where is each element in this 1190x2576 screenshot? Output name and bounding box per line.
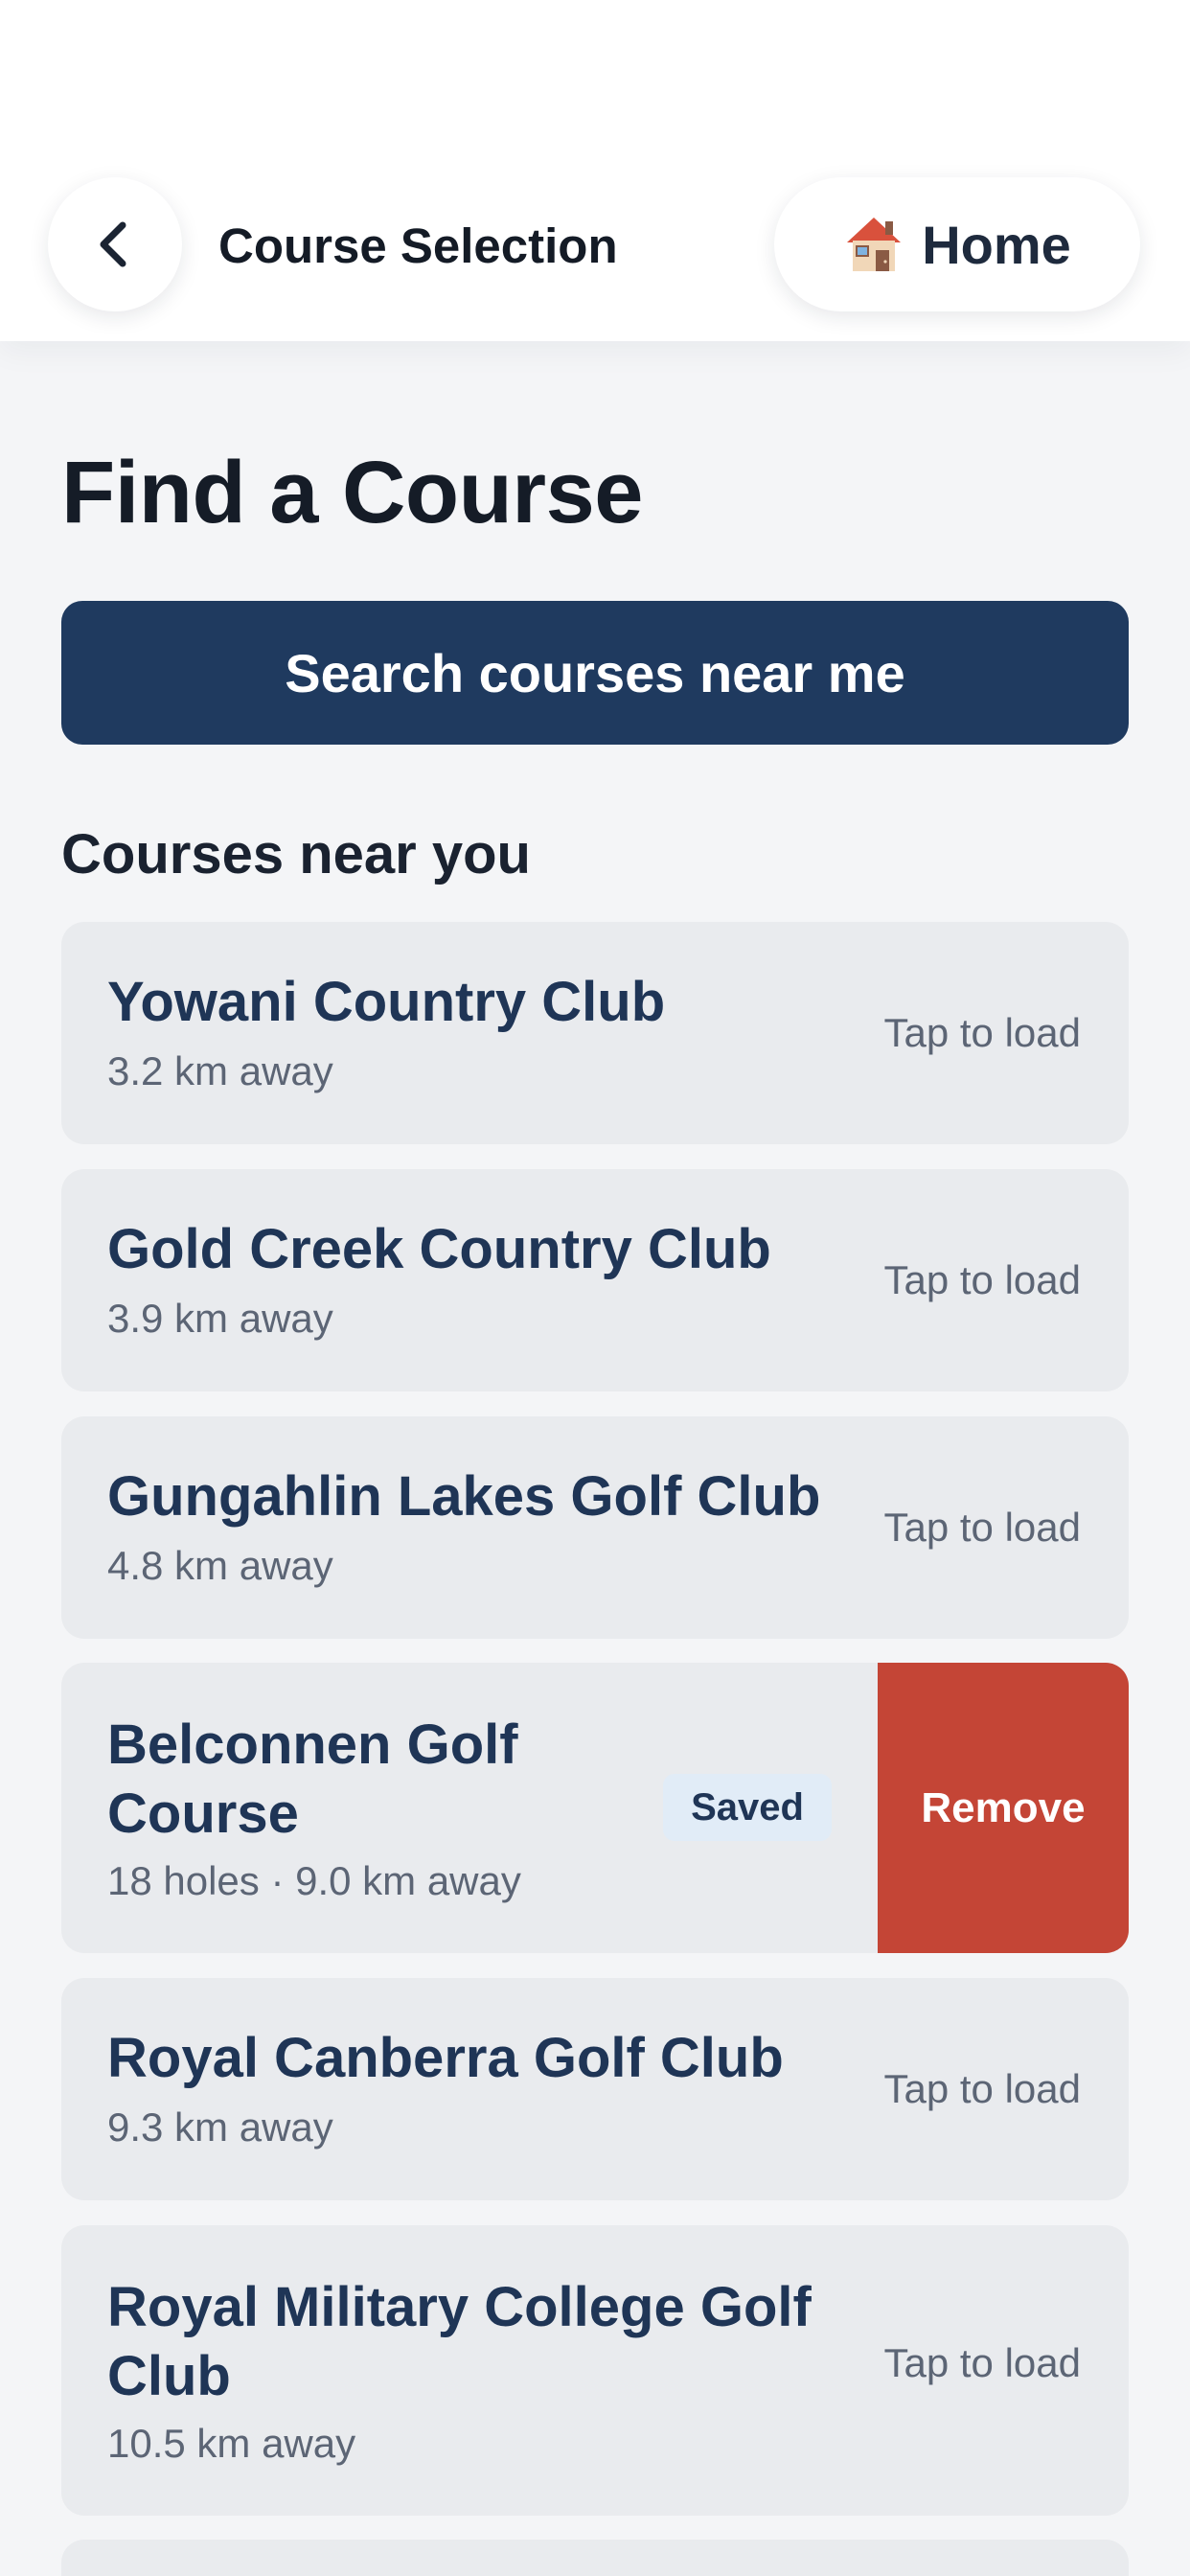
course-card[interactable]: Gold Creek Country Club 3.9 km away Tap …: [61, 1169, 1129, 1392]
course-name-line-1: Royal Military College Golf: [107, 2276, 812, 2338]
tap-to-load-label: Tap to load: [883, 2066, 1082, 2111]
course-name-line-2: Course: [107, 1782, 299, 1845]
back-button[interactable]: [48, 177, 182, 311]
course-name: Gold Creek Country Club: [107, 1218, 771, 1280]
saved-badge: Saved: [663, 1774, 832, 1841]
page-title: Find a Course: [61, 444, 643, 541]
course-selection-screen: Course Selection Home Find a Course Sear…: [0, 0, 1190, 2576]
saved-course-card[interactable]: Belconnen Golf Course 18 holes · 9.0 km …: [61, 1663, 1129, 1953]
tap-to-load-label: Tap to load: [883, 2340, 1082, 2385]
course-distance: 9.3 km away: [107, 2104, 333, 2150]
course-name: Royal Canberra Golf Club: [107, 2027, 784, 2089]
house-icon: [847, 218, 902, 271]
course-card[interactable]: Royal Canberra Golf Club 9.3 km away Tap…: [61, 1978, 1129, 2200]
header-title: Course Selection: [218, 218, 618, 273]
chevron-left-icon: [100, 221, 126, 267]
course-card-partial[interactable]: [61, 2540, 1129, 2576]
course-card[interactable]: Yowani Country Club 3.2 km away Tap to l…: [61, 922, 1129, 1144]
course-details: 18 holes · 9.0 km away: [107, 1858, 521, 1903]
course-card[interactable]: Royal Military College Golf Club 10.5 km…: [61, 2225, 1129, 2516]
course-distance: 4.8 km away: [107, 1543, 333, 1588]
tap-to-load-label: Tap to load: [883, 1505, 1082, 1550]
top-bar: Course Selection Home: [0, 0, 1190, 341]
course-name-line-1: Belconnen Golf: [107, 1714, 518, 1776]
tap-to-load-label: Tap to load: [883, 1010, 1082, 1055]
course-name: Yowani Country Club: [107, 971, 666, 1033]
course-card[interactable]: Gungahlin Lakes Golf Club 4.8 km away Ta…: [61, 1416, 1129, 1639]
tap-to-load-label: Tap to load: [883, 1257, 1082, 1302]
home-button-label: Home: [922, 214, 1071, 275]
remove-button[interactable]: Remove: [878, 1663, 1129, 1953]
course-name: Gungahlin Lakes Golf Club: [107, 1465, 821, 1528]
course-name-line-2: Club: [107, 2345, 231, 2407]
search-near-me-button[interactable]: Search courses near me: [61, 601, 1129, 745]
course-distance: 10.5 km away: [107, 2421, 356, 2466]
course-distance: 3.2 km away: [107, 1048, 333, 1093]
home-button[interactable]: Home: [774, 177, 1140, 311]
course-distance: 3.9 km away: [107, 1296, 333, 1341]
section-title: Courses near you: [61, 823, 531, 886]
